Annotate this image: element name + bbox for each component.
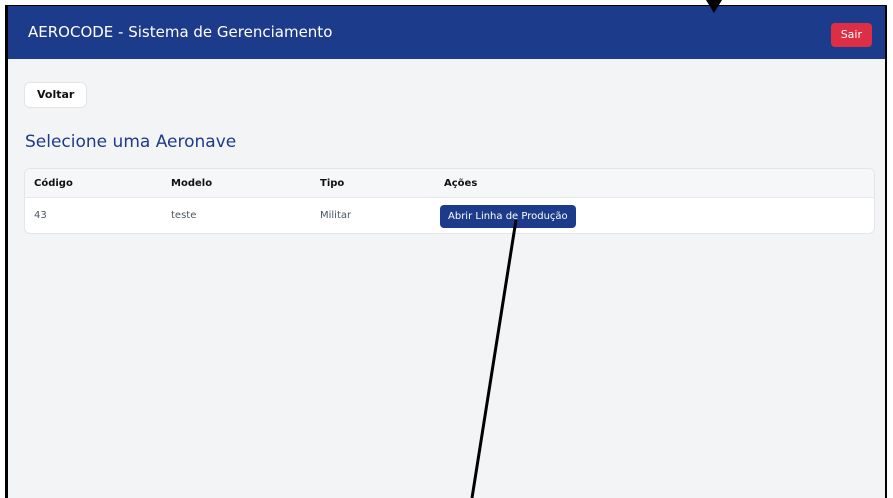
cell-tipo: Militar — [320, 210, 352, 221]
page-title: Selecione uma Aeronave — [25, 132, 237, 152]
top-navbar: AEROCODE - Sistema de Gerenciamento Sair — [8, 6, 885, 59]
table-row: 43 teste Militar Abrir Linha de Produção — [25, 198, 874, 233]
app-window: AEROCODE - Sistema de Gerenciamento Sair… — [5, 5, 887, 498]
cell-codigo: 43 — [34, 210, 47, 221]
logout-button[interactable]: Sair — [830, 23, 872, 47]
column-header-modelo: Modelo — [171, 178, 213, 189]
cell-modelo: teste — [171, 210, 197, 221]
back-button[interactable]: Voltar — [24, 82, 88, 108]
table-header: Código Modelo Tipo Ações — [25, 169, 874, 198]
column-header-acoes: Ações — [444, 178, 478, 189]
open-production-line-button[interactable]: Abrir Linha de Produção — [440, 205, 576, 228]
aircraft-table: Código Modelo Tipo Ações 43 teste Milita… — [24, 168, 875, 234]
column-header-tipo: Tipo — [320, 178, 345, 189]
app-title: AEROCODE - Sistema de Gerenciamento — [28, 23, 333, 41]
column-header-codigo: Código — [34, 178, 73, 189]
